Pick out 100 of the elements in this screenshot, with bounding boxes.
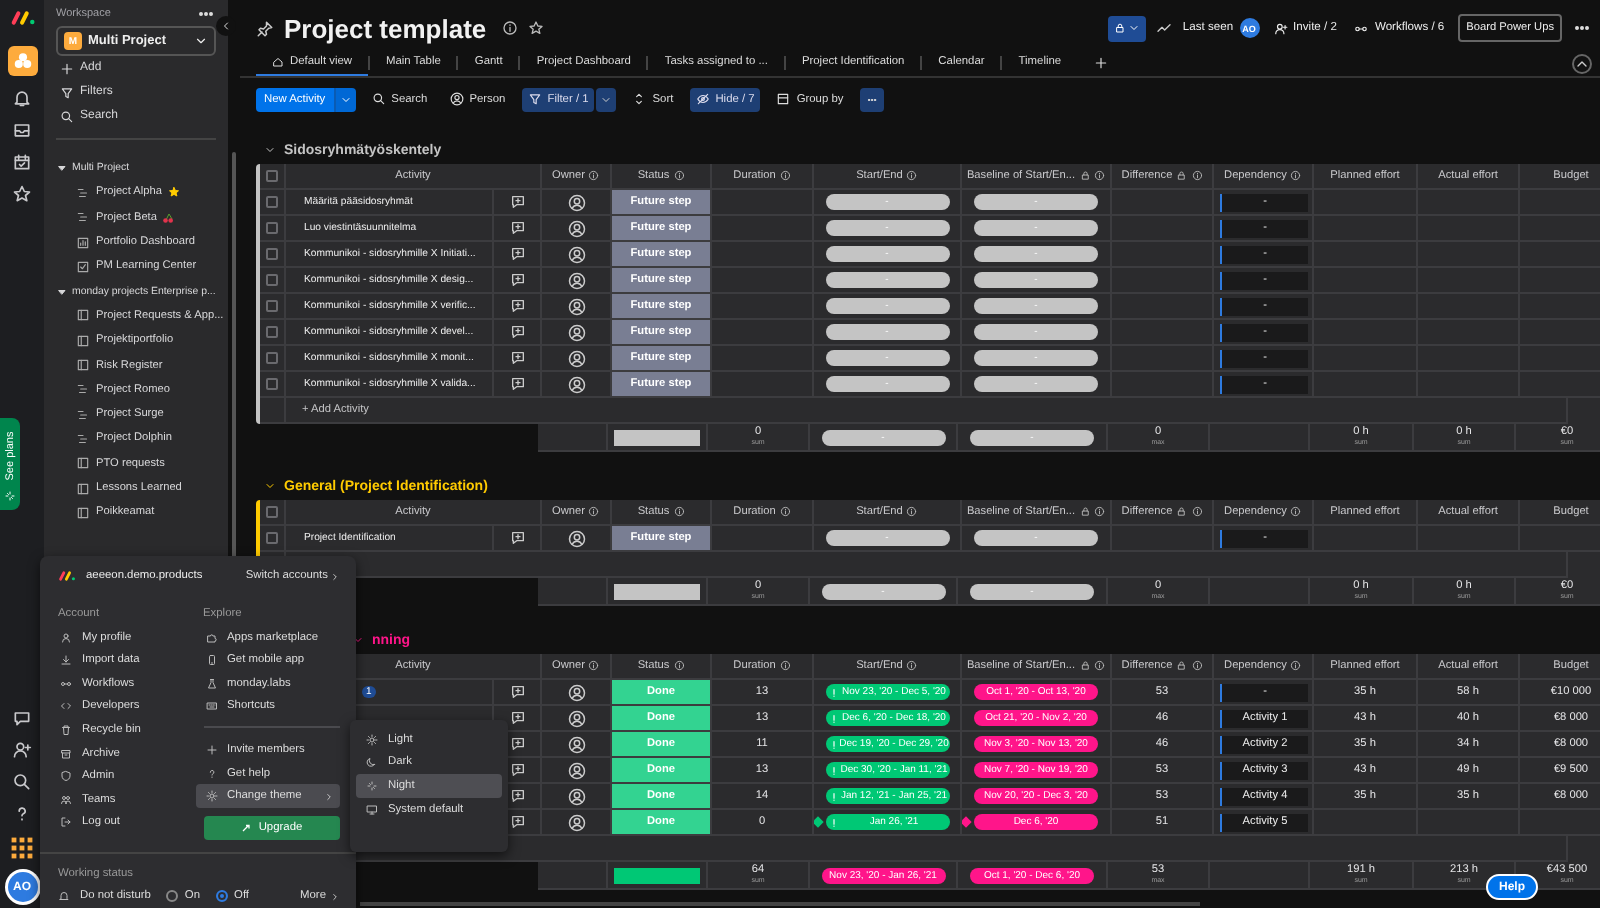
person-icon (449, 92, 464, 106)
add-update-icon[interactable] (509, 246, 525, 262)
more-button[interactable] (859, 87, 884, 111)
lock-button[interactable] (1108, 15, 1147, 41)
help-icon (205, 767, 217, 780)
info-icon (502, 20, 519, 36)
invite-icon[interactable] (12, 740, 32, 760)
sparkle-icon (366, 779, 378, 792)
radio-button[interactable] (216, 890, 229, 902)
add-update-icon[interactable] (509, 220, 525, 236)
checkbox[interactable] (266, 300, 278, 312)
star-icon (528, 20, 545, 36)
collapse-icon[interactable] (264, 480, 276, 492)
checkbox[interactable] (266, 170, 278, 182)
logo-icon[interactable] (9, 10, 35, 26)
person-icon[interactable] (567, 735, 585, 753)
sort-icon (632, 92, 647, 106)
add-update-icon[interactable] (509, 324, 525, 340)
chat-icon[interactable] (12, 708, 32, 728)
filter-icon (527, 92, 542, 106)
dropdown-button[interactable] (333, 87, 356, 111)
board-icon (76, 456, 90, 471)
person-icon[interactable] (567, 709, 585, 727)
code-icon (60, 700, 72, 713)
favorites-icon[interactable] (12, 184, 32, 204)
add-update-icon[interactable] (509, 376, 525, 392)
person-icon[interactable] (567, 271, 585, 289)
keyboard-icon (205, 700, 217, 713)
apps-grid-icon[interactable] (10, 836, 34, 860)
chart-icon (76, 235, 90, 250)
add-update-icon[interactable] (509, 788, 525, 804)
add-update-icon[interactable] (509, 814, 525, 830)
person-icon[interactable] (567, 349, 585, 367)
add-update-icon[interactable] (509, 272, 525, 288)
add-update-icon[interactable] (509, 350, 525, 366)
sun-icon (205, 790, 217, 803)
calendar-icon[interactable] (12, 152, 32, 172)
chevron-icon (600, 93, 613, 105)
person-icon[interactable] (567, 813, 585, 831)
collapse-icon[interactable] (264, 144, 276, 156)
search-icon (60, 109, 74, 123)
sun-icon (366, 733, 378, 746)
checkbox[interactable] (266, 222, 278, 234)
person-icon[interactable] (567, 787, 585, 805)
flask-icon (205, 677, 217, 690)
add-update-icon[interactable] (509, 736, 525, 752)
dropdown-button[interactable] (596, 87, 617, 111)
add-update-icon[interactable] (509, 194, 525, 210)
radio-button[interactable] (166, 890, 179, 902)
workspace-icon[interactable] (7, 46, 37, 76)
person-icon[interactable] (567, 245, 585, 263)
checkbox[interactable] (266, 378, 278, 390)
checkbox[interactable] (266, 506, 278, 518)
home-icon (272, 56, 284, 68)
person-icon[interactable] (567, 529, 585, 547)
person-icon[interactable] (567, 323, 585, 341)
filter-icon (60, 85, 74, 99)
checkbox[interactable] (266, 532, 278, 544)
cherries-icon (162, 211, 175, 224)
person-icon[interactable] (567, 761, 585, 779)
person-icon[interactable] (567, 297, 585, 315)
workflow-icon (1354, 21, 1369, 35)
lines-icon (76, 382, 90, 397)
moon-icon (366, 756, 378, 769)
collapse-icon[interactable] (1572, 53, 1592, 73)
person-icon[interactable] (567, 219, 585, 237)
lines-icon (76, 407, 90, 422)
checkbox[interactable] (266, 326, 278, 338)
workflow-icon (60, 677, 72, 690)
milestone-icon (962, 816, 972, 828)
teams-icon (60, 793, 72, 806)
add-update-icon[interactable] (509, 530, 525, 546)
search-icon[interactable] (12, 772, 32, 792)
add-update-icon[interactable] (509, 762, 525, 778)
person-icon[interactable] (567, 375, 585, 393)
inbox-icon[interactable] (12, 120, 32, 140)
notifications-icon[interactable] (12, 88, 32, 108)
profile-icon (60, 631, 72, 644)
caret-icon (56, 285, 68, 298)
hidden-icon (695, 92, 710, 106)
add-update-icon[interactable] (509, 684, 525, 700)
chevron-icon (339, 93, 352, 105)
plus-icon[interactable] (1093, 56, 1108, 70)
lock-icon (1114, 22, 1127, 34)
plus-icon (60, 61, 74, 75)
board-icon (76, 308, 90, 323)
checkbox[interactable] (266, 352, 278, 364)
add-update-icon[interactable] (509, 710, 525, 726)
puzzle-icon (205, 631, 217, 644)
checkbox[interactable] (266, 248, 278, 260)
doc-icon (76, 259, 90, 274)
caret-icon (56, 162, 68, 175)
person-icon[interactable] (567, 193, 585, 211)
checkbox[interactable] (266, 196, 278, 208)
person-icon[interactable] (567, 683, 585, 701)
add-update-icon[interactable] (509, 298, 525, 314)
help-icon[interactable] (12, 804, 32, 824)
board-icon (76, 333, 90, 348)
lines-icon (76, 431, 90, 446)
checkbox[interactable] (266, 274, 278, 286)
